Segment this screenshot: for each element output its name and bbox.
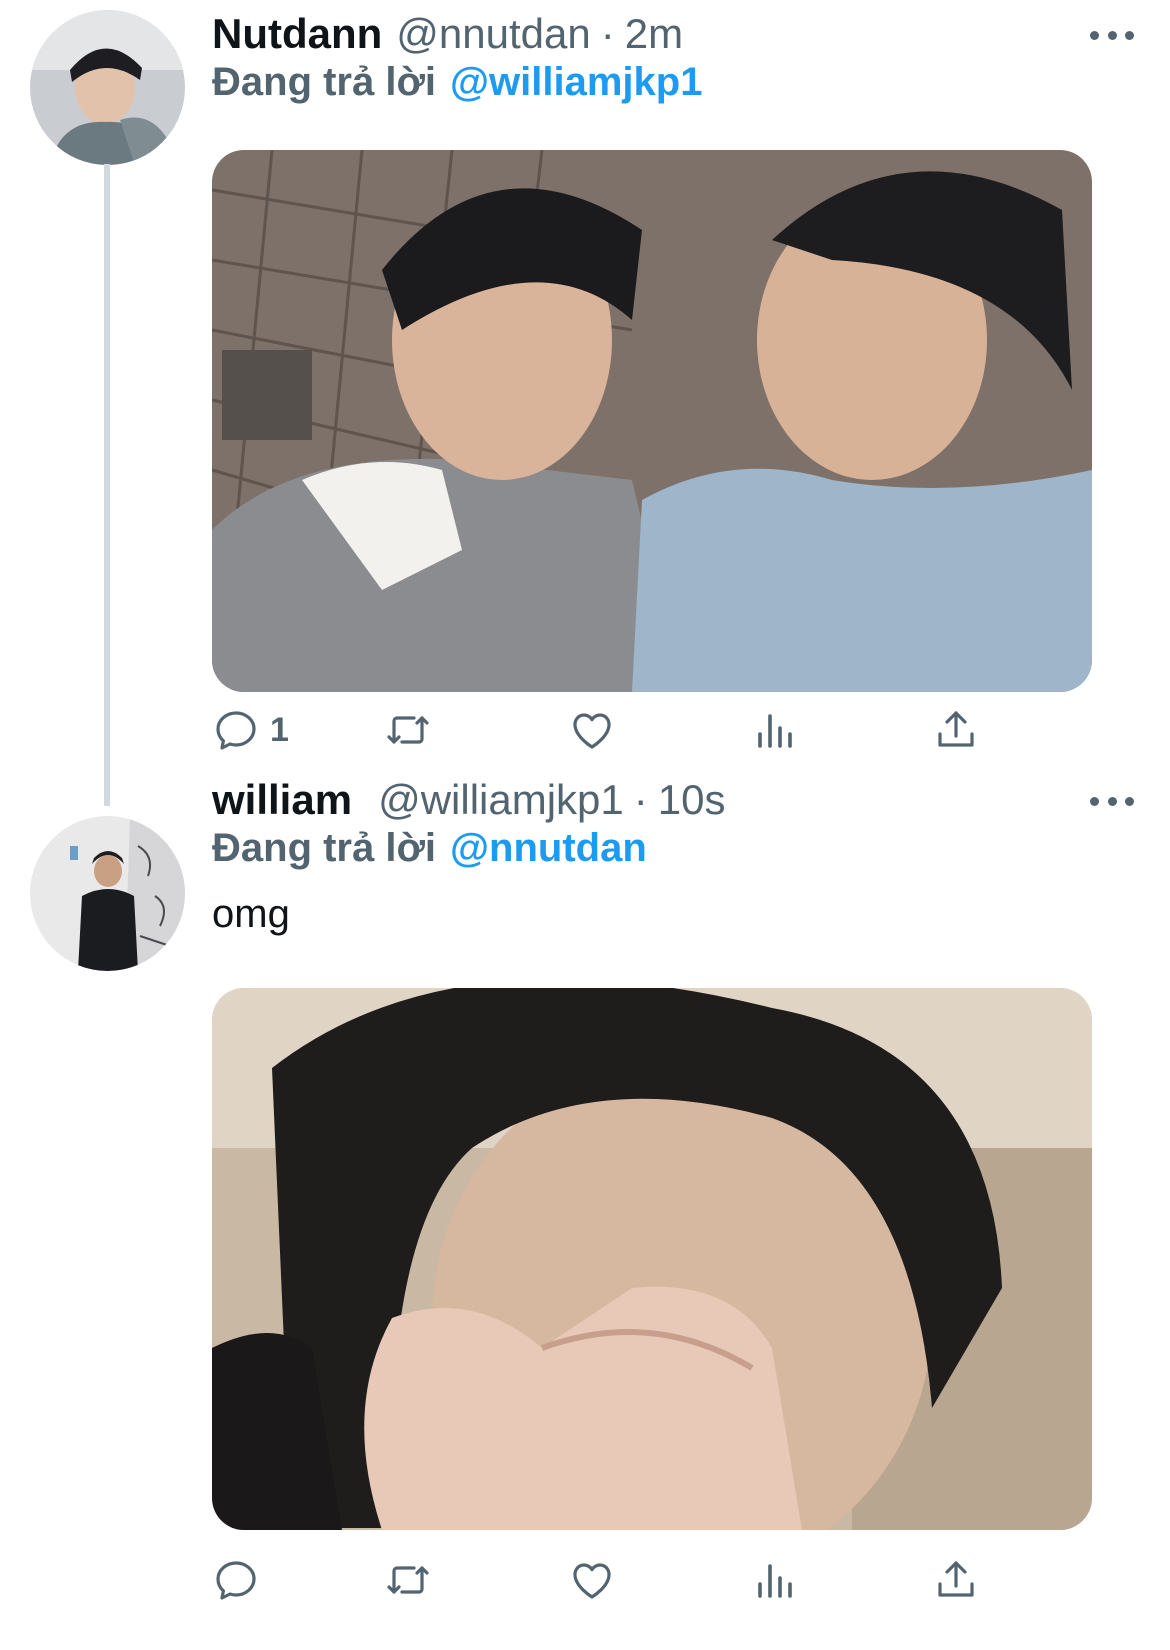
avatar-image bbox=[30, 816, 185, 971]
handle[interactable]: @nnutdan bbox=[396, 10, 590, 58]
tweet-photo[interactable] bbox=[212, 988, 1092, 1530]
separator: · bbox=[633, 776, 648, 823]
reply-icon bbox=[216, 1561, 256, 1600]
separator: · bbox=[600, 10, 615, 57]
avatar-image bbox=[30, 10, 185, 165]
retweet-icon bbox=[387, 716, 429, 744]
tweet-header: Nutdann @nnutdan · 2m bbox=[212, 8, 683, 60]
reply-button[interactable]: 1 bbox=[212, 700, 289, 760]
reply-mention[interactable]: @williamjkp1 bbox=[450, 60, 702, 105]
replying-to: Đang trả lời @williamjkp1 bbox=[212, 56, 702, 108]
tweet-actions bbox=[212, 1550, 1092, 1610]
retweet-button[interactable] bbox=[384, 700, 432, 760]
display-name[interactable]: william bbox=[212, 776, 352, 824]
tweet-actions: 1 bbox=[212, 700, 1092, 760]
timestamp[interactable]: 10s bbox=[658, 776, 726, 824]
avatar[interactable] bbox=[30, 10, 185, 165]
views-icon bbox=[758, 1564, 792, 1598]
photo-image bbox=[212, 150, 1092, 692]
like-button[interactable] bbox=[568, 1550, 616, 1610]
avatar[interactable] bbox=[30, 816, 185, 971]
heart-icon bbox=[573, 1563, 611, 1599]
thread-connector-line bbox=[104, 164, 110, 806]
heart-icon bbox=[573, 713, 611, 749]
display-name[interactable]: Nutdann bbox=[212, 10, 382, 58]
tweet-william: william @williamjkp1 · 10s Đang trả lời … bbox=[0, 776, 1170, 1650]
more-icon[interactable] bbox=[1090, 28, 1134, 42]
reply-prefix: Đang trả lời bbox=[212, 825, 437, 870]
views-button[interactable] bbox=[750, 1550, 798, 1610]
tweet-photo[interactable] bbox=[212, 150, 1092, 692]
share-button[interactable] bbox=[932, 1550, 980, 1610]
share-icon bbox=[938, 711, 974, 747]
retweet-button[interactable] bbox=[384, 1550, 432, 1610]
reply-mention[interactable]: @nnutdan bbox=[450, 826, 647, 871]
views-icon bbox=[758, 714, 792, 748]
reply-prefix: Đang trả lời bbox=[212, 59, 437, 104]
timestamp[interactable]: 2m bbox=[625, 10, 683, 58]
handle[interactable]: @williamjkp1 bbox=[378, 776, 624, 824]
tweet-nutdann: Nutdann @nnutdan · 2m Đang trả lời @will… bbox=[0, 0, 1170, 806]
share-button[interactable] bbox=[932, 700, 980, 760]
like-button[interactable] bbox=[568, 700, 616, 760]
reply-count: 1 bbox=[270, 710, 289, 749]
tweet-text: omg bbox=[212, 892, 290, 936]
views-button[interactable] bbox=[750, 700, 798, 760]
replying-to: Đang trả lời @nnutdan bbox=[212, 822, 647, 874]
photo-image bbox=[212, 988, 1092, 1530]
share-icon bbox=[938, 1561, 974, 1597]
tweet-header: william @williamjkp1 · 10s bbox=[212, 774, 725, 826]
retweet-icon bbox=[387, 1566, 429, 1594]
reply-button[interactable] bbox=[212, 1550, 270, 1610]
reply-icon bbox=[216, 711, 256, 750]
more-icon[interactable] bbox=[1090, 794, 1134, 808]
